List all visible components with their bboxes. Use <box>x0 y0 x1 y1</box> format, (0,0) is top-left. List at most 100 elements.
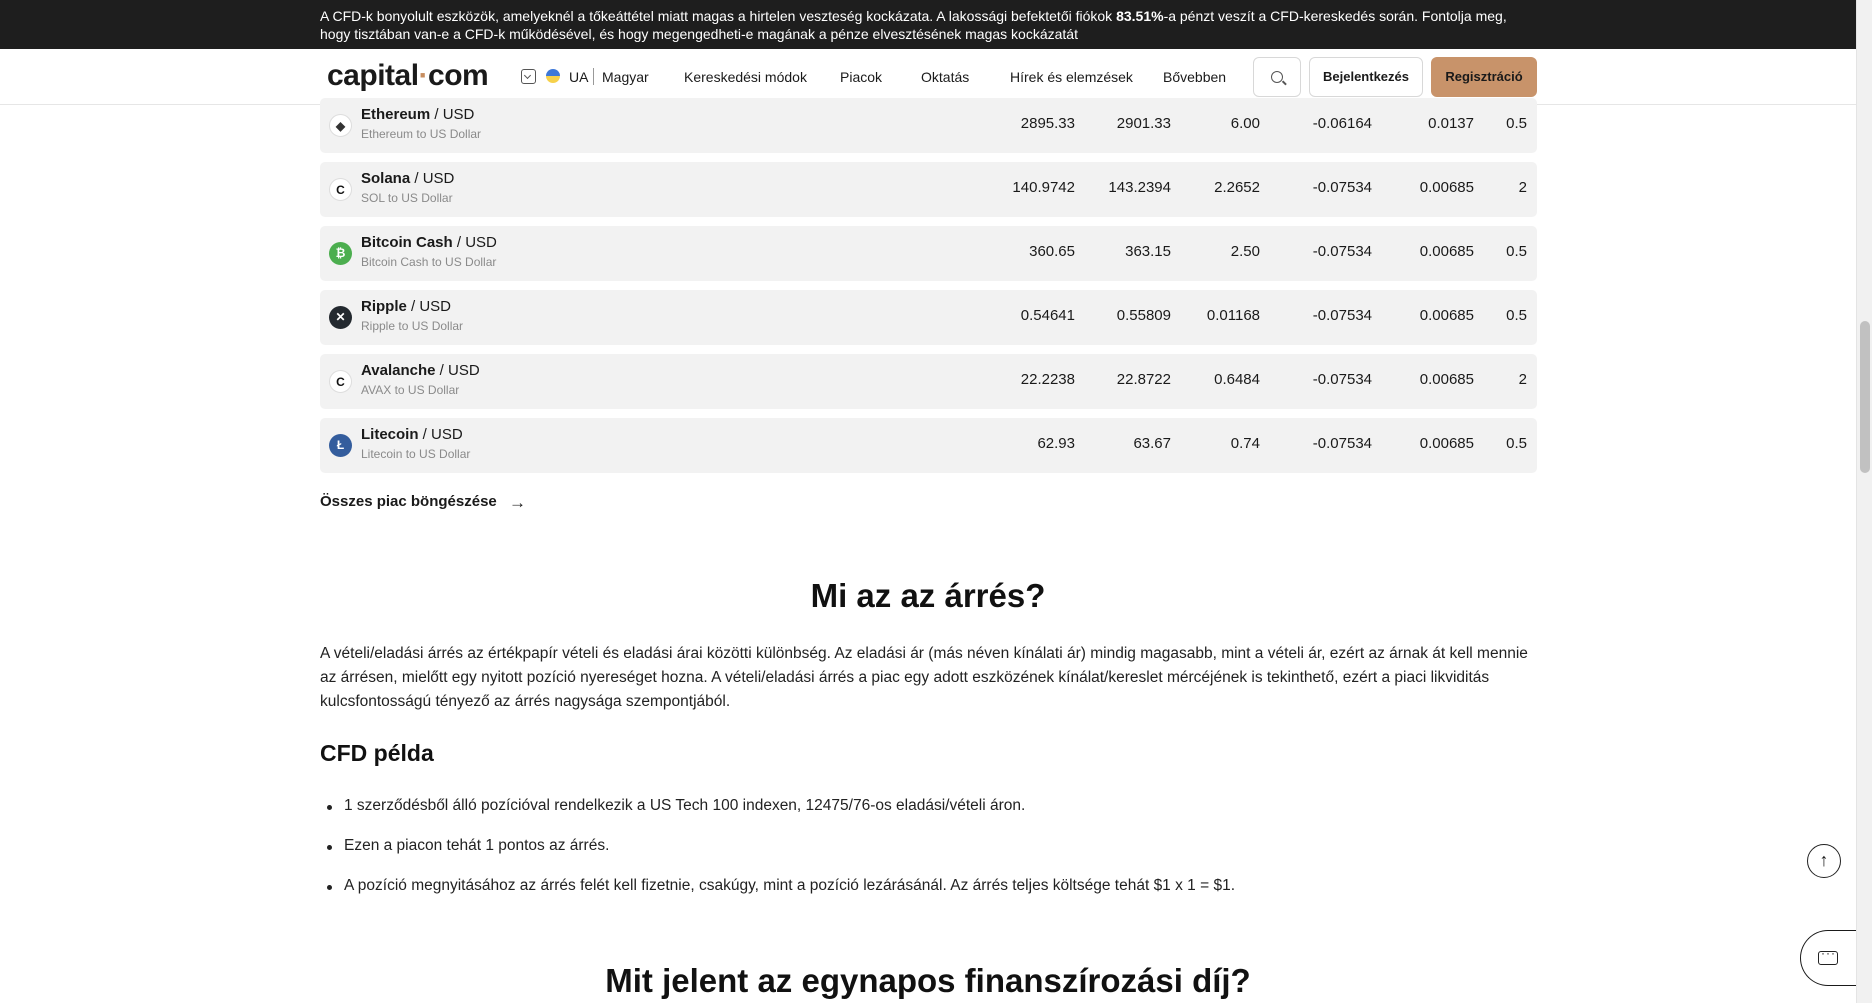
section-title-spread: Mi az az árrés? <box>810 577 1046 614</box>
long-overnight-fee: -0.07534 <box>1312 435 1372 452</box>
register-button[interactable]: Regisztráció <box>1431 57 1537 97</box>
cfd-bullet: 1 szerződésből álló pozícióval rendelkez… <box>326 797 1026 814</box>
market-description: Ripple to US Dollar <box>361 319 464 333</box>
nav-education[interactable]: Oktatás <box>921 69 969 85</box>
ripple-icon: ✕ <box>329 306 352 329</box>
market-name: Bitcoin Cash / USD <box>361 234 497 251</box>
login-button[interactable]: Bejelentkezés <box>1309 57 1423 97</box>
sell-price: 0.54641 <box>1020 307 1075 324</box>
market-row-avalanche[interactable]: C Avalanche / USD AVAX to US Dollar 22.2… <box>320 354 1537 409</box>
solana-icon: C <box>329 178 352 201</box>
capital-com-logo[interactable]: capital·com <box>327 59 489 93</box>
margin-value: 0.5 <box>1506 243 1527 260</box>
section-title-overnight-fee: Mit jelent az egynapos finanszírozási dí… <box>605 962 1251 999</box>
nav-news-analysis[interactable]: Hírek és elemzések <box>1010 69 1133 85</box>
buy-price: 143.2394 <box>1108 179 1171 196</box>
short-overnight-fee: 0.0137 <box>1428 115 1474 132</box>
market-name-base: Bitcoin Cash <box>361 234 453 251</box>
market-name-quote: / USD <box>452 234 497 251</box>
market-row-solana[interactable]: C Solana / USD SOL to US Dollar 140.9742… <box>320 162 1537 217</box>
spread-value: 0.01168 <box>1206 307 1260 324</box>
market-name-base: Ethereum <box>361 106 431 123</box>
market-name-quote: / USD <box>430 106 475 123</box>
short-overnight-fee: 0.00685 <box>1419 243 1474 260</box>
short-overnight-fee: 0.00685 <box>1419 435 1474 452</box>
scrollbar-thumb[interactable] <box>1860 321 1870 473</box>
logo-dot: · <box>418 59 429 92</box>
margin-value: 2 <box>1518 371 1527 388</box>
market-name-base: Ripple <box>361 298 407 315</box>
market-name-base: Litecoin <box>361 426 419 443</box>
language-selector-checkbox-icon[interactable] <box>521 69 536 84</box>
spread-paragraph: A vételi/eladási árrés az értékpapír vét… <box>320 645 1528 710</box>
language-name[interactable]: Magyar <box>602 69 649 85</box>
market-row-litecoin[interactable]: Ł Litecoin / USD Litecoin to US Dollar 6… <box>320 418 1537 473</box>
margin-value: 0.5 <box>1506 307 1527 324</box>
short-overnight-fee: 0.00685 <box>1419 307 1474 324</box>
ukraine-flag-icon[interactable] <box>546 69 560 83</box>
market-row-bitcoin-cash[interactable]: ₿ Bitcoin Cash / USD Bitcoin Cash to US … <box>320 226 1537 281</box>
spread-value: 6.00 <box>1230 115 1260 132</box>
search-icon-handle <box>1282 80 1287 86</box>
buy-price: 0.55809 <box>1116 307 1171 324</box>
long-overnight-fee: -0.07534 <box>1312 371 1372 388</box>
short-overnight-fee: 0.00685 <box>1419 179 1474 196</box>
market-row-ethereum[interactable]: ◆ Ethereum / USD Ethereum to US Dollar 2… <box>320 98 1537 153</box>
litecoin-icon: Ł <box>329 434 352 457</box>
cfd-bullet: Ezen a piacon tehát 1 pontos az árrés. <box>326 837 610 854</box>
short-overnight-fee: 0.00685 <box>1419 371 1474 388</box>
margin-value: 2 <box>1518 179 1527 196</box>
long-overnight-fee: -0.07534 <box>1312 243 1372 260</box>
cfd-example-title: CFD példa <box>320 740 434 766</box>
market-name: Litecoin / USD <box>361 426 463 443</box>
site-header: capital·com UA Magyar Kereskedési módok … <box>0 49 1856 105</box>
market-name-quote: / USD <box>410 170 455 187</box>
market-row-ripple[interactable]: ✕ Ripple / USD Ripple to US Dollar 0.546… <box>320 290 1537 345</box>
buy-price: 63.67 <box>1133 435 1171 452</box>
chat-button[interactable] <box>1800 930 1860 986</box>
sell-price: 360.65 <box>1029 243 1075 260</box>
long-overnight-fee: -0.07534 <box>1312 179 1372 196</box>
long-overnight-fee: -0.07534 <box>1312 307 1372 324</box>
buy-price: 22.8722 <box>1116 371 1171 388</box>
market-name-quote: / USD <box>406 298 452 315</box>
page-scrollbar[interactable] <box>1856 0 1872 1003</box>
sell-price: 22.2238 <box>1020 371 1075 388</box>
language-divider <box>593 68 594 85</box>
search-button[interactable] <box>1253 57 1301 97</box>
arrow-right-icon[interactable]: → <box>509 493 526 513</box>
logo-com: com <box>428 59 489 92</box>
arrow-up-icon: ↑ <box>1819 850 1829 870</box>
market-name-base: Avalanche <box>361 362 436 379</box>
nav-trading-modes[interactable]: Kereskedési módok <box>684 69 807 85</box>
market-name-quote: / USD <box>435 362 480 379</box>
market-description: SOL to US Dollar <box>361 191 453 205</box>
market-description: Litecoin to US Dollar <box>361 447 471 461</box>
scroll-to-top-button[interactable]: ↑ <box>1807 844 1841 878</box>
margin-value: 0.5 <box>1506 115 1527 132</box>
market-description: Bitcoin Cash to US Dollar <box>361 255 497 269</box>
market-name: Ripple / USD <box>361 298 451 315</box>
market-name: Solana / USD <box>361 170 454 187</box>
spread-value: 2.2652 <box>1214 179 1260 196</box>
market-name-base: Solana <box>361 170 411 187</box>
market-name: Ethereum / USD <box>361 106 474 123</box>
nav-markets[interactable]: Piacok <box>840 69 882 85</box>
bitcoin-cash-icon: ₿ <box>329 242 352 265</box>
spread-value: 0.6484 <box>1214 371 1260 388</box>
market-description: Ethereum to US Dollar <box>361 127 482 141</box>
country-code[interactable]: UA <box>569 69 588 85</box>
nav-more[interactable]: Bővebben <box>1163 69 1226 85</box>
spread-value: 0.74 <box>1230 435 1260 452</box>
market-description: AVAX to US Dollar <box>361 383 460 397</box>
chat-bubble-icon <box>1818 946 1838 965</box>
buy-price: 363.15 <box>1125 243 1171 260</box>
ethereum-icon: ◆ <box>329 114 352 137</box>
cfd-bullet: A pozíció megnyitásához az árrés felét k… <box>326 877 1236 894</box>
spread-value: 2.50 <box>1230 243 1260 260</box>
avalanche-icon: C <box>329 370 352 393</box>
browse-all-markets-link[interactable]: Összes piac böngészése <box>320 493 497 510</box>
market-name: Avalanche / USD <box>361 362 480 379</box>
margin-value: 0.5 <box>1506 435 1527 452</box>
buy-price: 2901.33 <box>1116 115 1171 132</box>
